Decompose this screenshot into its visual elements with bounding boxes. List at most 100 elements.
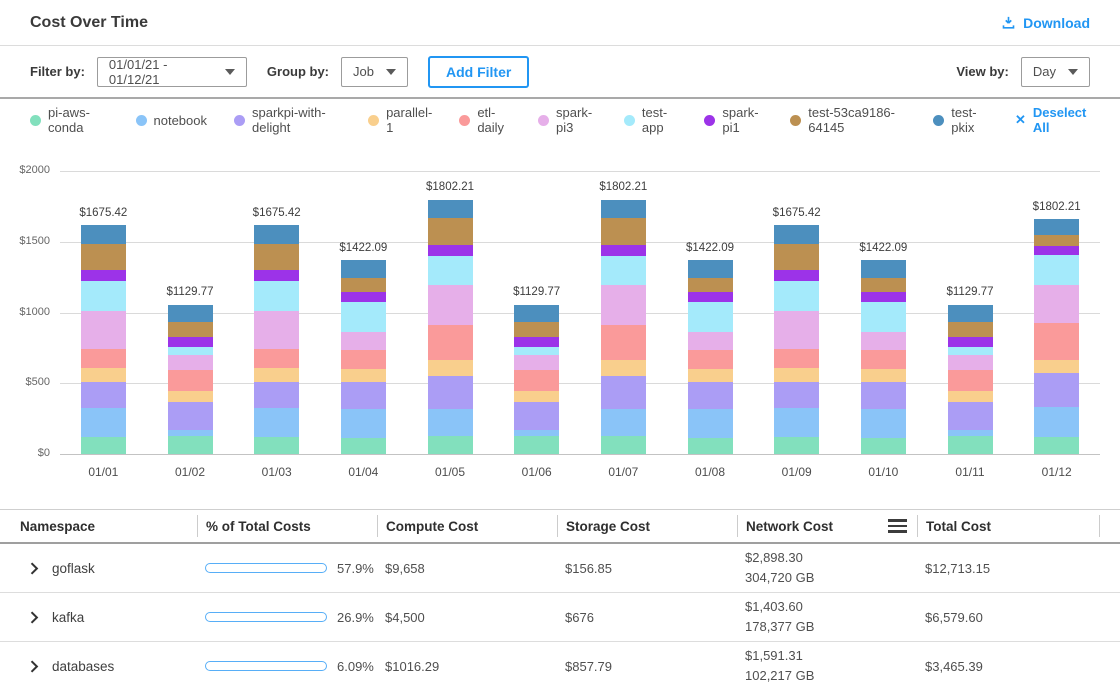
network-cost-cell: $1,403.60 178,377 GB	[737, 597, 917, 637]
network-cost-value: $1,403.60	[745, 597, 917, 617]
bar-segment-test-pkix	[1034, 219, 1079, 236]
series-color-dot	[790, 115, 801, 126]
close-icon: ✕	[1015, 112, 1026, 128]
bar-total-label: $1422.09	[315, 242, 411, 254]
bar-segment-test-pkix	[774, 225, 819, 243]
legend-item[interactable]: test-pkix	[933, 105, 988, 135]
bar-segment-test-app	[81, 281, 126, 311]
y-tick-label: $500	[0, 376, 50, 388]
bar-segment-etl-daily	[514, 370, 559, 391]
bar-segment-sparkpi-with-delight	[168, 402, 213, 430]
bar-segment-spark-pi1	[948, 337, 993, 347]
col-header-namespace[interactable]: Namespace	[20, 515, 197, 537]
column-settings-icon[interactable]	[888, 519, 907, 533]
bar-segment-parallel-1	[688, 369, 733, 382]
col-header-storage[interactable]: Storage Cost	[557, 515, 737, 537]
bar-segment-test-app	[428, 256, 473, 285]
compute-cost-cell: $1016.29	[377, 659, 557, 674]
network-cost-value: $1,591.31	[745, 646, 917, 666]
bar-segment-spark-pi1	[774, 270, 819, 281]
bar-segment-etl-daily	[861, 350, 906, 368]
bar-segment-etl-daily	[168, 370, 213, 391]
view-by-select[interactable]: Day	[1021, 57, 1090, 87]
chevron-right-icon[interactable]	[30, 611, 39, 624]
bar-segment-spark-pi3	[774, 311, 819, 348]
bar-segment-parallel-1	[601, 360, 646, 375]
legend-item[interactable]: test-53ca9186-64145	[790, 105, 906, 135]
col-header-pct-total[interactable]: % of Total Costs	[197, 515, 377, 537]
network-gb-value: 304,720 GB	[745, 568, 917, 588]
bar-total-label: $1675.42	[749, 207, 845, 219]
x-tick-label: 01/12	[1017, 465, 1097, 479]
legend-item-label: spark-pi1	[722, 105, 763, 135]
deselect-all-button[interactable]: ✕ Deselect All	[1015, 105, 1090, 135]
table-row[interactable]: goflask 57.9% $9,658 $156.85 $2,898.30 3…	[0, 544, 1120, 593]
x-tick-label: 01/10	[843, 465, 923, 479]
legend-item[interactable]: sparkpi-with-delight	[234, 105, 341, 135]
bar-total-label: $1675.42	[55, 207, 151, 219]
cost-over-time-chart: $1675.42$1129.77$1675.42$1422.09$1802.21…	[0, 141, 1120, 489]
x-tick-label: 01/03	[237, 465, 317, 479]
table-row[interactable]: databases 6.09% $1016.29 $857.79 $1,591.…	[0, 642, 1120, 687]
bar-segment-test-53ca9186-64145	[428, 218, 473, 245]
card-header: Cost Over Time Download	[0, 0, 1120, 46]
date-range-select[interactable]: 01/01/21 - 01/12/21	[97, 57, 247, 87]
bar-segment-pi-aws-conda	[428, 436, 473, 454]
legend-item[interactable]: etl-daily	[459, 105, 511, 135]
bar-segment-etl-daily	[341, 350, 386, 368]
pct-total-cell: 57.9%	[197, 561, 377, 576]
bar-segment-test-app	[948, 347, 993, 355]
namespace-cell[interactable]: kafka	[20, 610, 197, 625]
grid-line	[60, 171, 1100, 172]
series-color-dot	[234, 115, 245, 126]
bar-segment-test-53ca9186-64145	[861, 278, 906, 291]
add-filter-button[interactable]: Add Filter	[428, 56, 529, 88]
bar-segment-etl-daily	[428, 325, 473, 360]
legend-item[interactable]: test-app	[624, 105, 678, 135]
group-by-select[interactable]: Job	[341, 57, 408, 87]
col-header-network[interactable]: Network Cost	[737, 515, 917, 537]
network-cost-cell: $2,898.30 304,720 GB	[737, 548, 917, 588]
namespace-label: kafka	[52, 610, 84, 625]
chart-bar-01/02	[168, 305, 213, 454]
bar-segment-sparkpi-with-delight	[601, 376, 646, 409]
namespace-cell[interactable]: databases	[20, 659, 197, 674]
total-cost-cell: $12,713.15	[917, 561, 1100, 576]
namespace-label: databases	[52, 659, 114, 674]
download-button[interactable]: Download	[1001, 15, 1090, 31]
grid-line	[60, 313, 1100, 314]
bar-segment-test-pkix	[168, 305, 213, 322]
bar-segment-pi-aws-conda	[861, 438, 906, 454]
legend-item[interactable]: pi-aws-conda	[30, 105, 109, 135]
namespace-cell[interactable]: goflask	[20, 561, 197, 576]
bar-segment-pi-aws-conda	[254, 437, 299, 454]
date-range-value: 01/01/21 - 01/12/21	[109, 57, 213, 87]
col-header-compute[interactable]: Compute Cost	[377, 515, 557, 537]
x-tick-label: 01/01	[63, 465, 143, 479]
total-cost-cell: $3,465.39	[917, 659, 1100, 674]
bar-segment-pi-aws-conda	[688, 438, 733, 454]
legend-item[interactable]: spark-pi3	[538, 105, 597, 135]
legend-item[interactable]: parallel-1	[368, 105, 432, 135]
table-row[interactable]: kafka 26.9% $4,500 $676 $1,403.60 178,37…	[0, 593, 1120, 642]
bar-segment-notebook	[254, 408, 299, 437]
group-by-value: Job	[353, 64, 374, 79]
bar-segment-spark-pi1	[1034, 246, 1079, 255]
chart-bar-01/10	[861, 260, 906, 454]
bar-segment-spark-pi1	[861, 292, 906, 302]
bar-segment-test-pkix	[81, 225, 126, 243]
bar-segment-test-53ca9186-64145	[341, 278, 386, 291]
bar-segment-parallel-1	[341, 369, 386, 382]
x-tick-label: 01/11	[930, 465, 1010, 479]
bar-segment-pi-aws-conda	[948, 436, 993, 454]
bar-segment-pi-aws-conda	[514, 436, 559, 454]
y-tick-label: $0	[0, 447, 50, 459]
bar-segment-parallel-1	[514, 391, 559, 402]
download-label: Download	[1023, 15, 1090, 31]
legend-item[interactable]: spark-pi1	[704, 105, 763, 135]
col-header-total[interactable]: Total Cost	[917, 515, 1100, 537]
chevron-right-icon[interactable]	[30, 562, 39, 575]
bar-total-label: $1422.09	[835, 242, 931, 254]
legend-item[interactable]: notebook	[136, 113, 208, 128]
chevron-right-icon[interactable]	[30, 660, 39, 673]
